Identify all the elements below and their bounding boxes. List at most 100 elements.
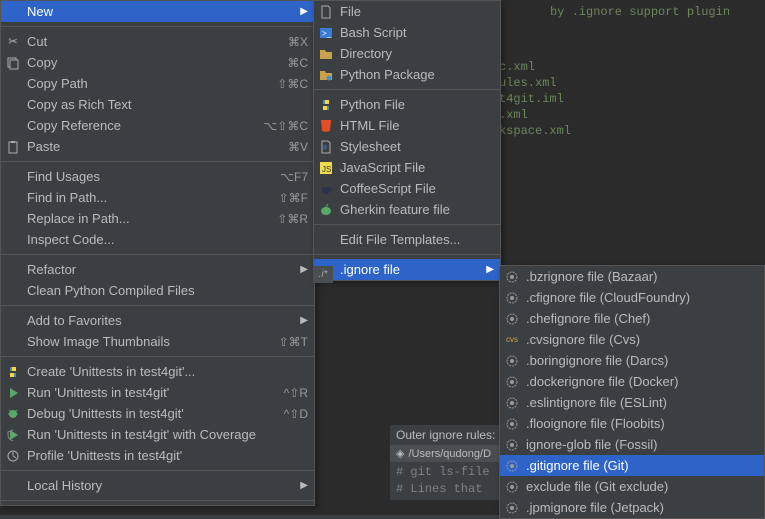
ignore-item[interactable]: .cfignore file (CloudFoundry) [500,287,764,308]
gherkin-icon [318,202,334,218]
menu-debug-unittests[interactable]: Debug 'Unittests in test4git'^⇧D [1,403,314,424]
copy-icon [5,55,21,71]
bg-text: by .ignore support plugin [550,5,730,19]
ignore-item-label: .flooignore file (Floobits) [526,416,758,431]
css-icon: # [318,139,334,155]
menu-show-thumbnails[interactable]: Show Image Thumbnails⇧⌘T [1,331,314,352]
ignore-file-icon [504,353,520,369]
ignore-item[interactable]: .gitignore file (Git) [500,455,764,476]
new-javascript[interactable]: JSJavaScript File [314,157,500,178]
ignore-file-icon [504,416,520,432]
paste-icon [5,139,21,155]
bg-file: kspace.xml [499,124,571,138]
ignore-item-label: .cvsignore file (Cvs) [526,332,758,347]
menu-inspect[interactable]: Inspect Code... [1,229,314,250]
ignore-item-label: .cfignore file (CloudFoundry) [526,290,758,305]
bg-file: .xml [499,108,528,122]
ignore-file-icon [504,374,520,390]
new-gherkin[interactable]: Gherkin feature file [314,199,500,220]
ignore-item[interactable]: .dockerignore file (Docker) [500,371,764,392]
ignore-item-label: .dockerignore file (Docker) [526,374,758,389]
debug-icon [5,406,21,422]
ignore-item-label: .bzrignore file (Bazaar) [526,269,758,284]
menu-clean-python[interactable]: Clean Python Compiled Files [1,280,314,301]
ignore-file-icon: cvs [504,332,520,348]
run-icon [5,385,21,401]
ignore-item[interactable]: cvs .cvsignore file (Cvs) [500,329,764,350]
folder-icon [318,67,334,83]
diamond-icon: ◈ [396,447,404,460]
profile-icon [5,448,21,464]
menu-local-history[interactable]: Local History▶ [1,475,314,496]
folder-icon [318,46,334,62]
menu-find-usages[interactable]: Find Usages⌥F7 [1,166,314,187]
ignore-item[interactable]: .boringignore file (Darcs) [500,350,764,371]
ignore-file-icon [504,395,520,411]
ignore-item-label: .boringignore file (Darcs) [526,353,758,368]
menu-copy-path[interactable]: Copy Path⇧⌘C [1,73,314,94]
submenu-arrow-icon: ▶ [478,264,494,275]
scissors-icon: ✂ [5,34,21,50]
menu-replace-in-path[interactable]: Replace in Path...⇧⌘R [1,208,314,229]
menu-copy[interactable]: Copy⌘C [1,52,314,73]
new-python-file[interactable]: Python File [314,94,500,115]
submenu-arrow-icon: ▶ [292,315,308,326]
ignore-submenu: .bzrignore file (Bazaar) .cfignore file (… [499,265,765,519]
coffeescript-icon [318,181,334,197]
ignore-item[interactable]: .flooignore file (Floobits) [500,413,764,434]
menu-refactor[interactable]: Refactor▶ [1,259,314,280]
ignore-file-icon [504,458,520,474]
path-text: /Users/qudong/D [408,448,491,460]
context-menu: New ▶ ✂Cut⌘X Copy⌘C Copy Path⇧⌘C Copy as… [0,0,315,506]
ignore-item[interactable]: ignore-glob file (Fossil) [500,434,764,455]
ignore-item-label: .eslintignore file (ESLint) [526,395,758,410]
ignore-item-label: .gitignore file (Git) [526,458,758,473]
menu-run-unittests[interactable]: Run 'Unittests in test4git'^⇧R [1,382,314,403]
coverage-icon [5,427,21,443]
menu-profile[interactable]: Profile 'Unittests in test4git' [1,445,314,466]
menu-add-favorites[interactable]: Add to Favorites▶ [1,310,314,331]
new-stylesheet[interactable]: #Stylesheet [314,136,500,157]
bg-file: ules.xml [499,76,557,90]
ignore-file-icon [504,437,520,453]
ignore-item-label: ignore-glob file (Fossil) [526,437,758,452]
edit-file-templates[interactable]: Edit File Templates... [314,229,500,250]
ignore-item-label: .jpmignore file (Jetpack) [526,500,758,515]
ignore-item[interactable]: exclude file (Git exclude) [500,476,764,497]
menu-run-coverage[interactable]: Run 'Unittests in test4git' with Coverag… [1,424,314,445]
status-badge: .i* [313,266,333,283]
new-coffeescript[interactable]: CoffeeScript File [314,178,500,199]
new-ignore-file[interactable]: .ignore file▶ [314,259,500,280]
ignore-file-icon [504,290,520,306]
new-html-file[interactable]: HTML File [314,115,500,136]
svg-text:>_: >_ [322,29,332,38]
menu-copy-rich[interactable]: Copy as Rich Text [1,94,314,115]
new-directory[interactable]: Directory [314,43,500,64]
bg-file: c.xml [499,60,535,74]
ignore-item-label: exclude file (Git exclude) [526,479,758,494]
python-icon [5,364,21,380]
blank-icon [5,4,21,20]
new-bash[interactable]: >_Bash Script [314,22,500,43]
menu-paste[interactable]: Paste⌘V [1,136,314,157]
ignore-file-icon [504,269,520,285]
bg-file: t4git.iml [499,92,564,106]
ignore-item[interactable]: .chefignore file (Chef) [500,308,764,329]
ignore-file-icon [504,311,520,327]
ignore-item[interactable]: .bzrignore file (Bazaar) [500,266,764,287]
html-icon [318,118,334,134]
submenu-arrow-icon: ▶ [292,6,308,17]
menu-find-in-path[interactable]: Find in Path...⇧⌘F [1,187,314,208]
file-icon [318,4,334,20]
svg-text:#: # [323,145,327,152]
menu-cut[interactable]: ✂Cut⌘X [1,31,314,52]
new-python-package[interactable]: Python Package [314,64,500,85]
ignore-file-icon [504,500,520,516]
menu-new[interactable]: New ▶ [1,1,314,22]
menu-create-unittests[interactable]: Create 'Unittests in test4git'... [1,361,314,382]
menu-copy-ref[interactable]: Copy Reference⌥⇧⌘C [1,115,314,136]
new-file[interactable]: File [314,1,500,22]
bash-icon: >_ [318,25,334,41]
ignore-file-icon [504,479,520,495]
ignore-item[interactable]: .eslintignore file (ESLint) [500,392,764,413]
